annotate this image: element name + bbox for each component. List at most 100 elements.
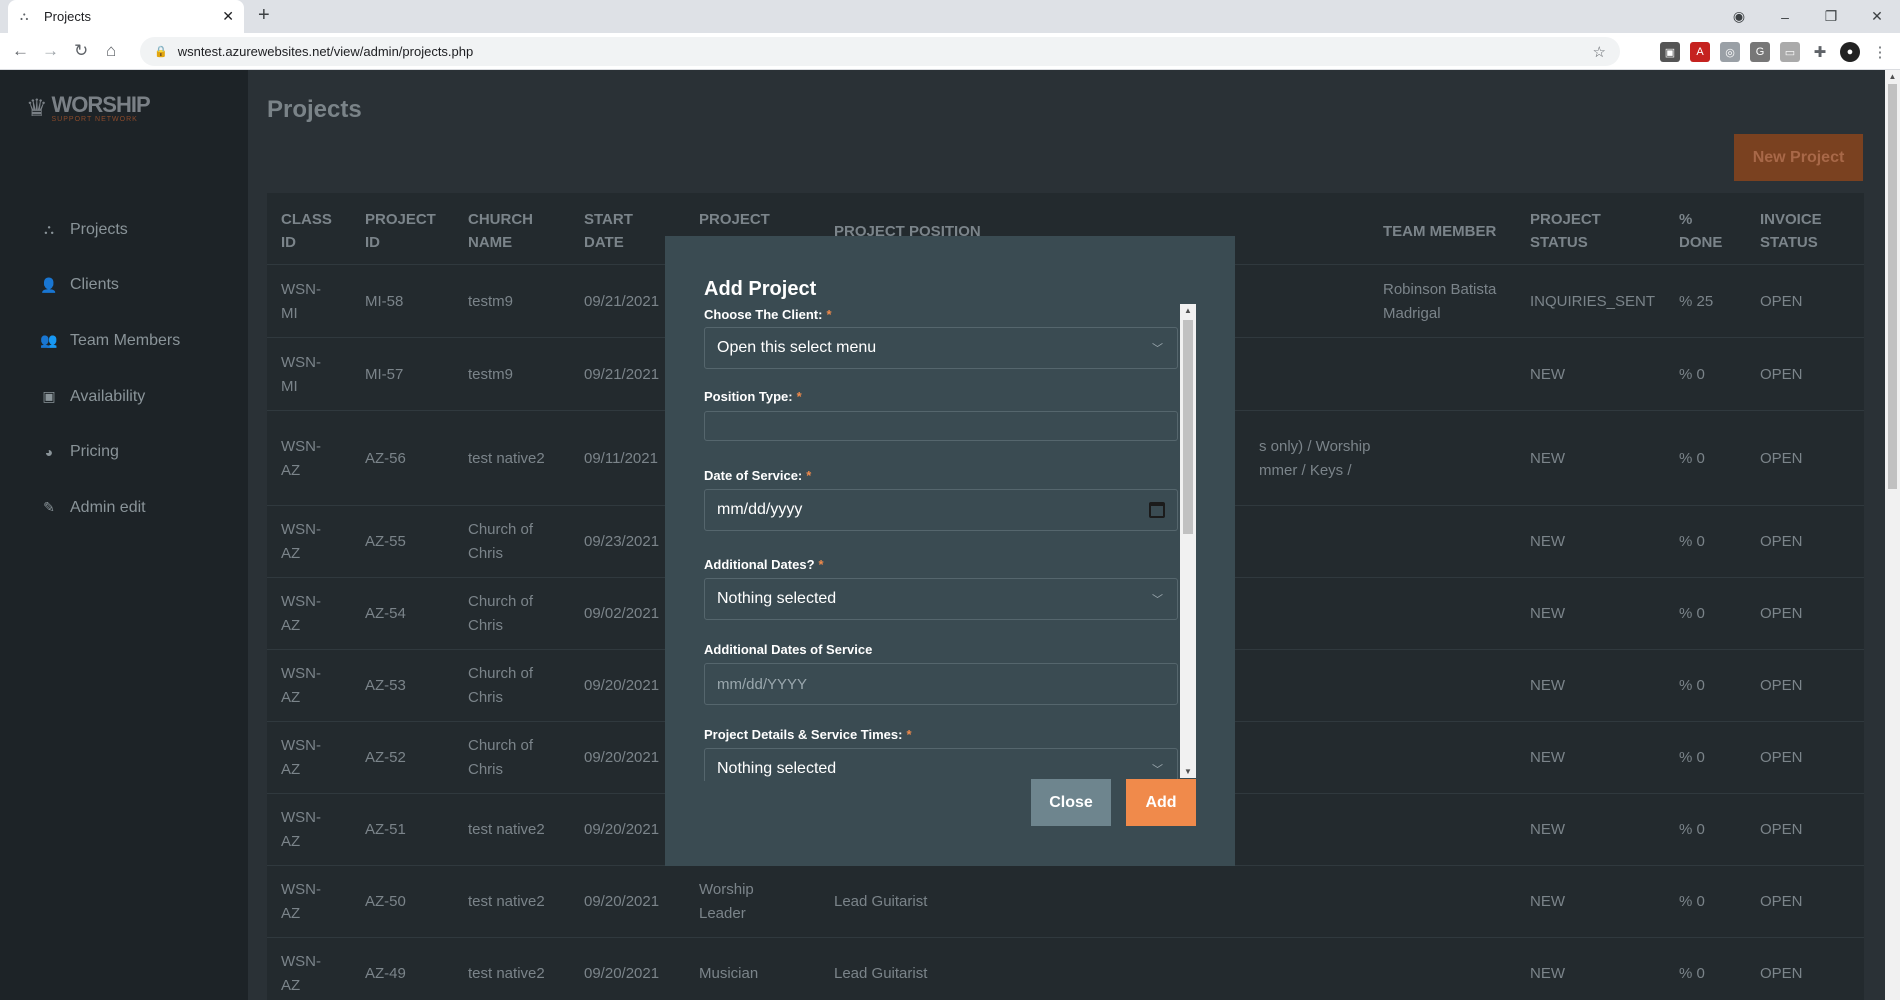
- cell-project-status: NEW: [1530, 821, 1565, 838]
- modal-body[interactable]: Choose The Client: * Open this select men…: [704, 307, 1178, 781]
- scroll-up-icon[interactable]: ▲: [1180, 306, 1196, 315]
- cell-church-name: Church of Chris: [468, 593, 534, 634]
- chevron-down-icon: ﹀: [1152, 343, 1163, 355]
- new-tab-icon[interactable]: +: [258, 4, 270, 27]
- modal-scrollbar[interactable]: ▲ ▼: [1180, 304, 1196, 778]
- column-header-percent-done[interactable]: % DONE: [1679, 208, 1734, 254]
- cell-church-name: Church of Chris: [468, 737, 534, 778]
- back-icon[interactable]: ←: [12, 41, 29, 61]
- profile-dropdown-icon[interactable]: ◉: [1716, 8, 1762, 25]
- column-header-invoice-status[interactable]: INVOICE STATUS: [1760, 208, 1840, 254]
- cell-percent-done: % 0: [1679, 965, 1705, 982]
- restore-icon[interactable]: ❐: [1808, 8, 1854, 25]
- page-scrollbar[interactable]: ▲: [1885, 70, 1900, 1000]
- sidebar-item-label: Availability: [70, 387, 146, 405]
- cell-project-id: AZ-53: [365, 677, 406, 694]
- reload-icon[interactable]: ↻: [74, 41, 88, 61]
- sidebar-item-projects[interactable]: ⛬ Projects: [0, 202, 248, 258]
- menu-kebab-icon[interactable]: ⋮: [1870, 42, 1890, 62]
- extension-icon[interactable]: ◎: [1720, 42, 1740, 62]
- cell-project-id: AZ-56: [365, 449, 406, 467]
- scrollbar-thumb[interactable]: [1888, 84, 1897, 489]
- cell-project-status: INQUIRIES_SENT: [1530, 292, 1656, 310]
- cast-icon[interactable]: ▭: [1780, 42, 1800, 62]
- client-select-value: Open this select menu: [717, 339, 877, 356]
- cell-project-status: NEW: [1530, 449, 1565, 467]
- column-header-project-status[interactable]: PROJECT STATUS: [1530, 208, 1610, 254]
- cell-start-date: 09/20/2021: [584, 965, 660, 982]
- cell-project-position: Lead Guitarist: [834, 965, 928, 982]
- required-mark: *: [818, 557, 824, 572]
- lock-icon[interactable]: 🔒: [154, 45, 168, 58]
- browser-tab-bar: ⛬ Projects ✕ + ◉ – ❐ ✕: [0, 0, 1900, 33]
- date-of-service-input[interactable]: mm/dd/yyyy: [704, 489, 1178, 531]
- client-select[interactable]: Open this select menu ﹀: [704, 327, 1178, 369]
- logo[interactable]: ♛ WORSHIP SUPPORT NETWORK: [26, 94, 151, 124]
- cell-percent-done: % 0: [1679, 749, 1705, 766]
- cell-invoice-status: OPEN: [1760, 292, 1803, 310]
- sidebar-item-pricing[interactable]: ◕ Pricing: [0, 424, 248, 480]
- cell-church-name: Church of Chris: [468, 665, 534, 706]
- table-row[interactable]: WSN-AZ AZ-50 test native2 09/20/2021 Worship…: [267, 866, 1864, 938]
- new-project-button[interactable]: New Project: [1734, 134, 1863, 181]
- additional-dates-select[interactable]: Nothing selected ﹀: [704, 578, 1178, 620]
- cell-church-name: testm9: [468, 365, 514, 383]
- cell-percent-done: % 0: [1679, 605, 1705, 622]
- sidebar-item-admin-edit[interactable]: ✎ Admin edit: [0, 480, 248, 536]
- cell-project-status: NEW: [1530, 749, 1565, 766]
- extension-icon[interactable]: ▣: [1660, 42, 1680, 62]
- cell-class-id: WSN-AZ: [281, 953, 321, 994]
- pdf-extension-icon[interactable]: A: [1690, 42, 1710, 62]
- sidebar-item-team-members[interactable]: 👥 Team Members: [0, 313, 248, 369]
- position-type-input[interactable]: [704, 411, 1178, 441]
- cell-project-status: NEW: [1530, 677, 1565, 694]
- users-icon: 👥: [40, 332, 58, 349]
- close-button[interactable]: Close: [1031, 779, 1111, 826]
- column-header-class-id[interactable]: CLASS ID: [281, 208, 341, 254]
- pencil-icon: ✎: [43, 499, 55, 516]
- sidebar-item-clients[interactable]: 👤 Clients: [0, 258, 248, 314]
- cell-class-id: WSN-AZ: [281, 809, 321, 850]
- url-text: wsntest.azurewebsites.net/view/admin/pro…: [177, 44, 474, 59]
- cell-percent-done: % 0: [1679, 449, 1705, 467]
- cell-project-status: NEW: [1530, 533, 1565, 550]
- cell-invoice-status: OPEN: [1760, 533, 1803, 550]
- column-header-project-id[interactable]: PROJECT ID: [365, 208, 445, 254]
- cell-percent-done: % 0: [1679, 893, 1705, 910]
- column-header-start-date[interactable]: START DATE: [584, 208, 644, 254]
- bookmark-star-icon[interactable]: ☆: [1593, 43, 1606, 61]
- cell-class-id: WSN-MI: [281, 353, 321, 395]
- add-button[interactable]: Add: [1126, 779, 1196, 826]
- cell-church-name: testm9: [468, 292, 514, 310]
- sidebar-item-availability[interactable]: ▣ Availability: [0, 369, 248, 425]
- home-icon[interactable]: ⌂: [106, 41, 116, 61]
- additional-dates-service-input[interactable]: mm/dd/YYYY: [704, 663, 1178, 705]
- position-type-label: Position Type: *: [704, 389, 802, 404]
- cell-team-member: Robinson Batista Madrigal: [1383, 280, 1497, 322]
- scroll-up-icon[interactable]: ▲: [1885, 72, 1900, 81]
- calendar-picker-icon[interactable]: [1149, 502, 1165, 518]
- extension-icon[interactable]: G: [1750, 42, 1770, 62]
- address-bar[interactable]: 🔒 wsntest.azurewebsites.net/view/admin/p…: [140, 37, 1620, 66]
- scroll-down-icon[interactable]: ▼: [1180, 767, 1196, 776]
- project-details-select[interactable]: Nothing selected ﹀: [704, 748, 1178, 781]
- column-header-team-member[interactable]: TEAM MEMBER: [1383, 220, 1513, 243]
- column-header-church-name[interactable]: CHURCH NAME: [468, 208, 548, 254]
- close-tab-icon[interactable]: ✕: [222, 8, 234, 25]
- cell-invoice-status: OPEN: [1760, 677, 1803, 694]
- table-row[interactable]: WSN-AZ AZ-49 test native2 09/20/2021 Musicia…: [267, 938, 1864, 1000]
- minimize-icon[interactable]: –: [1762, 9, 1808, 25]
- avatar[interactable]: ●: [1840, 42, 1860, 62]
- required-mark: *: [906, 727, 912, 742]
- browser-tab[interactable]: ⛬ Projects ✕: [8, 0, 244, 33]
- extensions-puzzle-icon[interactable]: ✚: [1810, 42, 1830, 62]
- sidebar-item-label: Pricing: [70, 443, 119, 461]
- additional-dates-label: Additional Dates? *: [704, 557, 824, 572]
- column-header-project[interactable]: PROJECT: [699, 208, 789, 231]
- forward-icon[interactable]: →: [42, 41, 59, 61]
- scrollbar-thumb[interactable]: [1183, 320, 1193, 534]
- cell-class-id: WSN-AZ: [281, 437, 321, 479]
- cell-project-id: MI-58: [365, 292, 404, 310]
- page-title: Projects: [267, 96, 362, 123]
- window-close-icon[interactable]: ✕: [1854, 8, 1900, 25]
